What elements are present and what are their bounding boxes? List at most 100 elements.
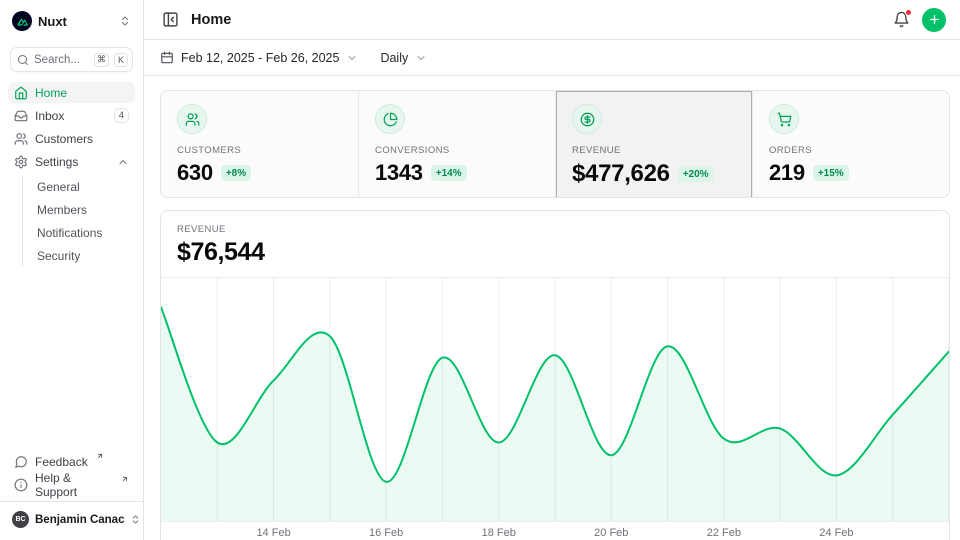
kbd-meta: ⌘ [94, 53, 109, 67]
stat-card-customers[interactable]: CUSTOMERS 630 +8% [161, 91, 358, 198]
stat-label: ORDERS [769, 145, 933, 156]
sidebar-item-label: Help & Support [35, 471, 113, 499]
period-value: Daily [380, 51, 408, 65]
page-title: Home [191, 12, 231, 28]
x-axis-label: 14 Feb [256, 527, 290, 539]
stat-card-revenue[interactable]: REVENUE $477,626 +20% [555, 91, 752, 198]
notification-dot [905, 9, 912, 16]
sidebar-item-label: Customers [35, 132, 93, 146]
stat-label: CONVERSIONS [375, 145, 539, 156]
search-placeholder: Search... [34, 54, 89, 66]
sidebar-user-section: BC Benjamin Canac [0, 501, 143, 532]
gear-icon [14, 155, 28, 169]
panel-left-close-icon [162, 11, 179, 28]
chevron-down-icon [415, 52, 427, 64]
sidebar-item-label: Settings [35, 155, 78, 169]
stat-delta-badge: +14% [431, 165, 467, 181]
sidebar-item-settings[interactable]: Settings [8, 151, 135, 172]
sidebar-footer-nav: Feedback Help & Support [8, 451, 135, 495]
sidebar-item-home[interactable]: Home [8, 82, 135, 103]
revenue-area-chart[interactable] [161, 278, 949, 521]
sidebar-spacer [8, 268, 135, 451]
chevron-up-icon [117, 156, 129, 168]
stat-delta-badge: +20% [678, 166, 714, 182]
dashboard-app: Nuxt Search... ⌘ K Home [0, 0, 960, 540]
stat-value: $477,626 [572, 160, 670, 188]
period-select[interactable]: Daily [380, 51, 427, 65]
sidebar-nav: Home Inbox 4 Customers Settings [8, 82, 135, 268]
inbox-icon [14, 109, 28, 123]
team-name: Nuxt [38, 14, 67, 29]
info-icon [14, 478, 28, 492]
sidebar-item-label: Inbox [35, 109, 64, 123]
sidebar-item-inbox[interactable]: Inbox 4 [8, 105, 135, 126]
cart-icon [769, 104, 799, 134]
sidebar-item-feedback[interactable]: Feedback [8, 451, 135, 472]
users-icon [177, 104, 207, 134]
stat-label: CUSTOMERS [177, 145, 342, 156]
nuxt-logo [12, 11, 32, 31]
user-name: Benjamin Canac [35, 514, 124, 526]
sidebar-item-notifications[interactable]: Notifications [35, 222, 135, 243]
external-link-icon [96, 452, 104, 460]
sidebar-item-security[interactable]: Security [35, 245, 135, 266]
chevrons-up-down-icon [130, 514, 141, 525]
collapse-sidebar-button[interactable] [160, 9, 181, 30]
notifications-button[interactable] [891, 9, 912, 30]
x-axis-label: 22 Feb [707, 527, 741, 539]
search-input[interactable]: Search... ⌘ K [10, 47, 133, 72]
calendar-icon [160, 51, 174, 65]
settings-subnav: General Members Notifications Security [22, 176, 135, 266]
sidebar-item-general[interactable]: General [35, 176, 135, 197]
x-axis-label: 20 Feb [594, 527, 628, 539]
main-panel: Home Feb 12, 2025 - Feb 26, 2025 [144, 0, 960, 540]
stat-value: 219 [769, 160, 805, 186]
plus-icon [928, 13, 941, 26]
date-range-picker[interactable]: Feb 12, 2025 - Feb 26, 2025 [160, 51, 358, 65]
search-icon [17, 54, 29, 66]
dashboard-content: CUSTOMERS 630 +8% CONVERSIONS 1343 +14% [144, 76, 960, 540]
stat-delta-badge: +15% [813, 165, 849, 181]
sidebar-item-label: Members [37, 203, 87, 217]
sidebar-item-label: Feedback [35, 455, 88, 469]
users-icon [14, 132, 28, 146]
chart-metric-value: $76,544 [177, 238, 933, 267]
team-selector[interactable]: Nuxt [8, 8, 135, 34]
home-icon [14, 86, 28, 100]
stat-label: REVENUE [572, 145, 736, 156]
chart-header: REVENUE $76,544 [161, 211, 949, 278]
sidebar-item-label: General [37, 180, 80, 194]
stats-row: CUSTOMERS 630 +8% CONVERSIONS 1343 +14% [160, 90, 950, 198]
circle-dollar-icon [572, 104, 602, 134]
revenue-chart-plot[interactable] [161, 278, 949, 522]
add-button[interactable] [922, 8, 946, 32]
revenue-chart-card: REVENUE $76,544 14 Feb 16 Feb 18 Feb 20 Feb… [160, 210, 950, 540]
stat-card-conversions[interactable]: CONVERSIONS 1343 +14% [358, 91, 555, 198]
chevron-down-icon [346, 52, 358, 64]
user-menu-button[interactable]: BC Benjamin Canac [8, 509, 135, 530]
sidebar-item-members[interactable]: Members [35, 199, 135, 220]
chevrons-up-down-icon [119, 15, 131, 27]
external-link-icon [121, 475, 129, 483]
kbd-k: K [114, 53, 128, 67]
stat-value: 630 [177, 160, 213, 186]
sidebar-item-label: Home [35, 86, 67, 100]
header-actions [891, 8, 946, 32]
chart-metric-label: REVENUE [177, 224, 933, 235]
date-range-value: Feb 12, 2025 - Feb 26, 2025 [181, 51, 339, 65]
pie-chart-icon [375, 104, 405, 134]
sidebar-item-customers[interactable]: Customers [8, 128, 135, 149]
stat-card-orders[interactable]: ORDERS 219 +15% [752, 91, 949, 198]
x-axis-label: 18 Feb [482, 527, 516, 539]
sidebar: Nuxt Search... ⌘ K Home [0, 0, 144, 540]
filters-toolbar: Feb 12, 2025 - Feb 26, 2025 Daily [144, 40, 960, 76]
x-axis-label: 16 Feb [369, 527, 403, 539]
stat-delta-badge: +8% [221, 165, 251, 181]
sidebar-item-label: Security [37, 249, 80, 263]
top-header: Home [144, 0, 960, 40]
sidebar-item-help-support[interactable]: Help & Support [8, 474, 135, 495]
chart-x-labels: 14 Feb 16 Feb 18 Feb 20 Feb 22 Feb 24 Feb [161, 522, 949, 540]
avatar: BC [12, 511, 29, 528]
stat-value: 1343 [375, 160, 423, 186]
x-axis-label: 24 Feb [819, 527, 853, 539]
